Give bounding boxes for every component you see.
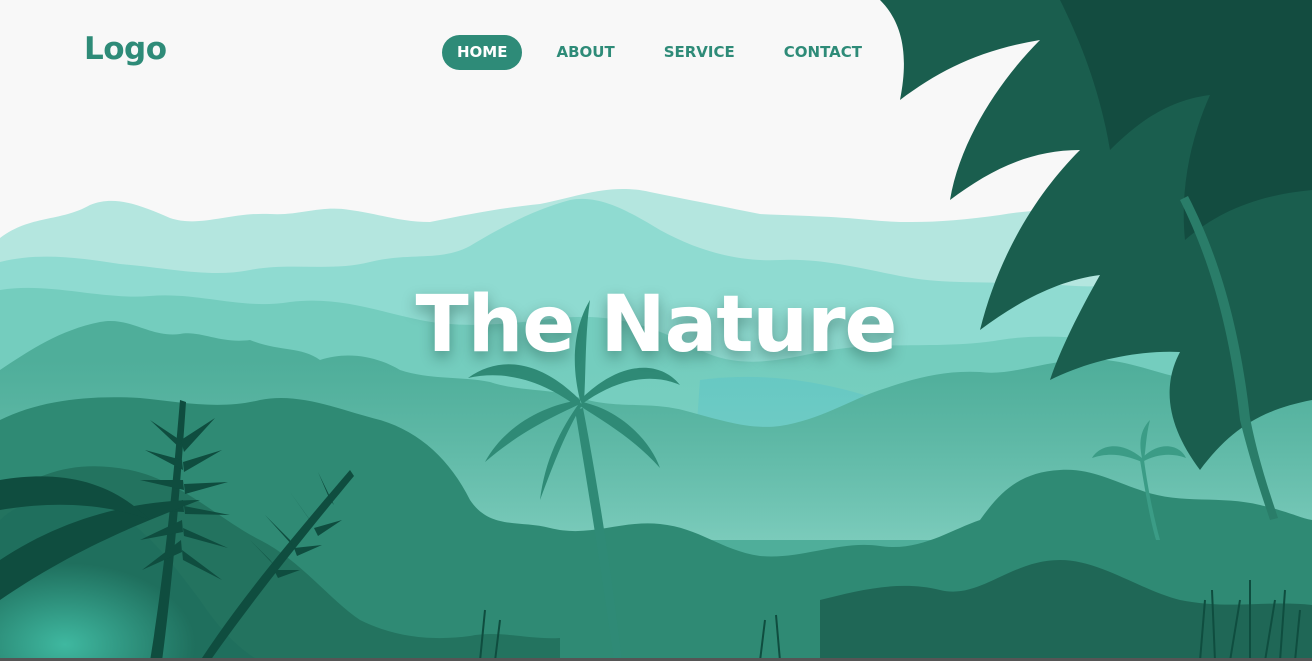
hero-title: The Nature [415,280,898,370]
nav-home-link[interactable]: HOME [442,35,523,70]
nav-contact-link[interactable]: CONTACT [769,35,877,70]
site-header: Logo HOME ABOUT SERVICE CONTACT [0,0,1312,105]
logo[interactable]: Logo [84,31,167,67]
main-nav: HOME ABOUT SERVICE CONTACT [442,35,896,70]
nav-about-link[interactable]: ABOUT [541,35,629,70]
nav-service-link[interactable]: SERVICE [649,35,750,70]
landing-page: Logo HOME ABOUT SERVICE CONTACT The Natu… [0,0,1312,661]
